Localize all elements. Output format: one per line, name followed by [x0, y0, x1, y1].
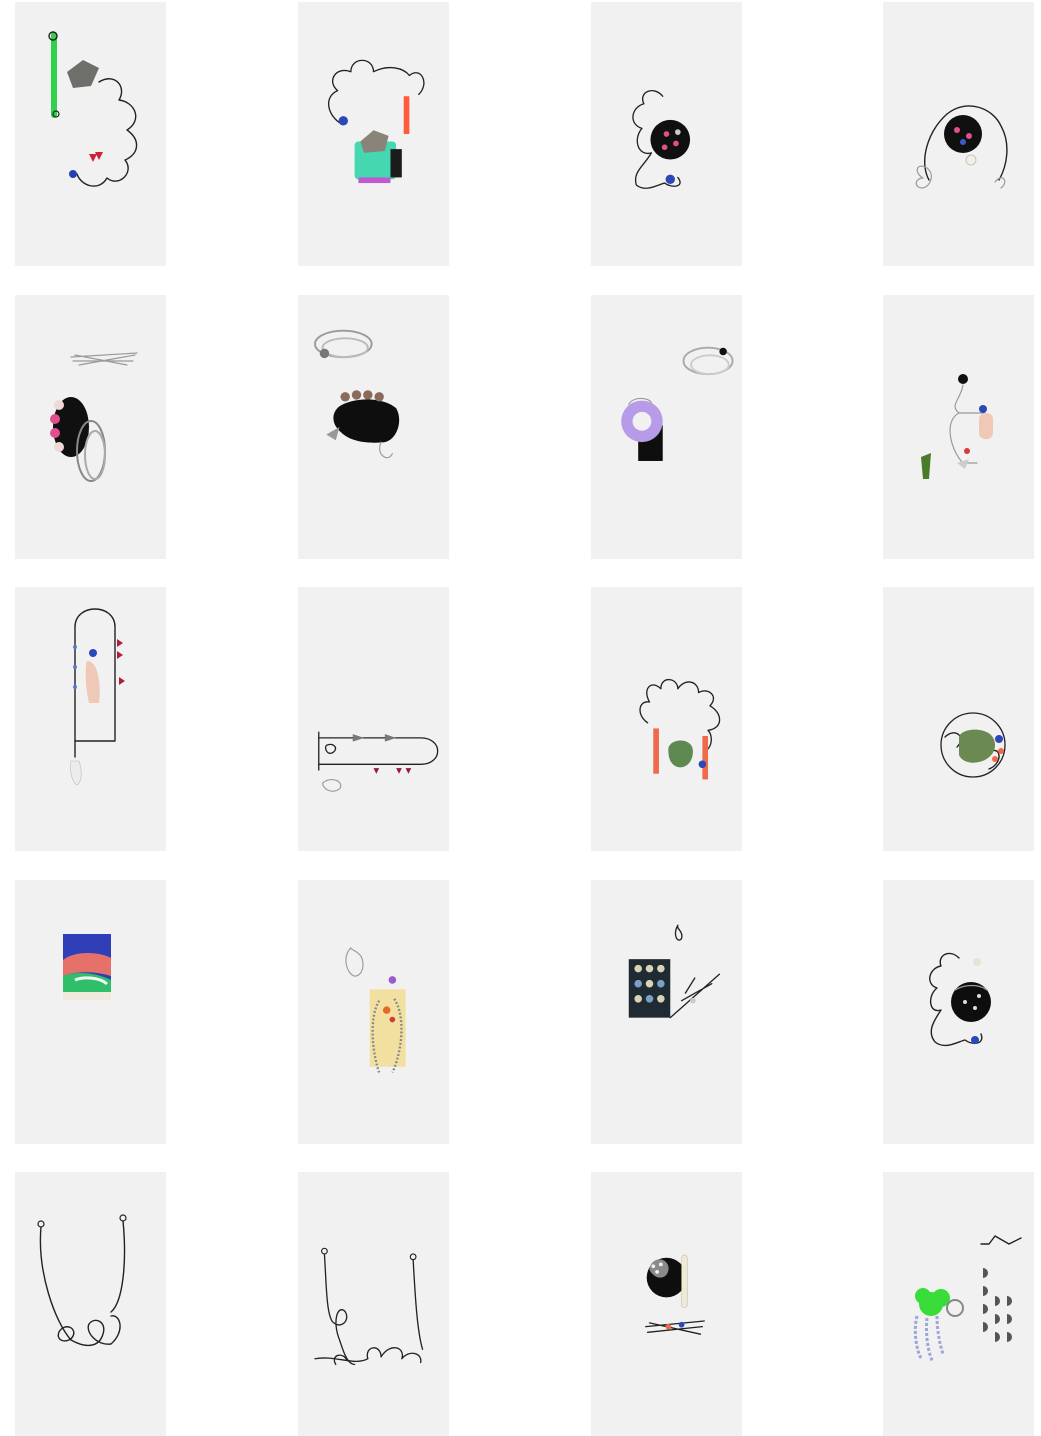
artwork-image-11	[639, 678, 721, 780]
artwork-tile-11[interactable]	[591, 587, 742, 851]
artwork-tile-2[interactable]	[298, 2, 449, 266]
artwork-tile-15[interactable]	[591, 880, 742, 1144]
artwork-image-2	[328, 59, 425, 184]
artwork-image-10	[318, 731, 439, 792]
artwork-tile-9[interactable]	[15, 587, 166, 851]
artwork-image-16	[929, 952, 991, 1047]
artwork-image-20	[913, 1235, 1022, 1363]
artwork-image-3	[632, 90, 691, 189]
artwork-image-19	[645, 1254, 705, 1335]
artwork-tile-12[interactable]	[883, 587, 1034, 851]
artwork-image-17	[37, 1214, 127, 1347]
artwork-tile-18[interactable]	[298, 1172, 449, 1436]
artwork-tile-10[interactable]	[298, 587, 449, 851]
artwork-image-14	[345, 947, 406, 1073]
artwork-tile-17[interactable]	[15, 1172, 166, 1436]
artwork-tile-8[interactable]	[883, 295, 1034, 559]
artwork-tile-3[interactable]	[591, 2, 742, 266]
artwork-tile-1[interactable]	[15, 2, 166, 266]
artwork-image-15	[628, 924, 721, 1019]
artwork-image-18	[314, 1247, 424, 1366]
artwork-tile-14[interactable]	[298, 880, 449, 1144]
artwork-gallery-grid	[0, 0, 1041, 1436]
artwork-image-7	[621, 346, 734, 461]
artwork-tile-19[interactable]	[591, 1172, 742, 1436]
artwork-tile-20[interactable]	[883, 1172, 1034, 1436]
artwork-tile-4[interactable]	[883, 2, 1034, 266]
artwork-tile-16[interactable]	[883, 880, 1034, 1144]
artwork-image-5	[50, 352, 138, 482]
artwork-image-6	[314, 329, 400, 459]
artwork-image-13	[63, 934, 111, 1000]
artwork-image-4	[915, 105, 1008, 189]
artwork-image-12	[940, 712, 1006, 778]
artwork-tile-5[interactable]	[15, 295, 166, 559]
artwork-image-1	[48, 31, 138, 187]
artwork-tile-13[interactable]	[15, 880, 166, 1144]
artwork-tile-7[interactable]	[591, 295, 742, 559]
artwork-image-9	[70, 608, 125, 786]
artwork-image-8	[921, 374, 993, 479]
artwork-tile-6[interactable]	[298, 295, 449, 559]
